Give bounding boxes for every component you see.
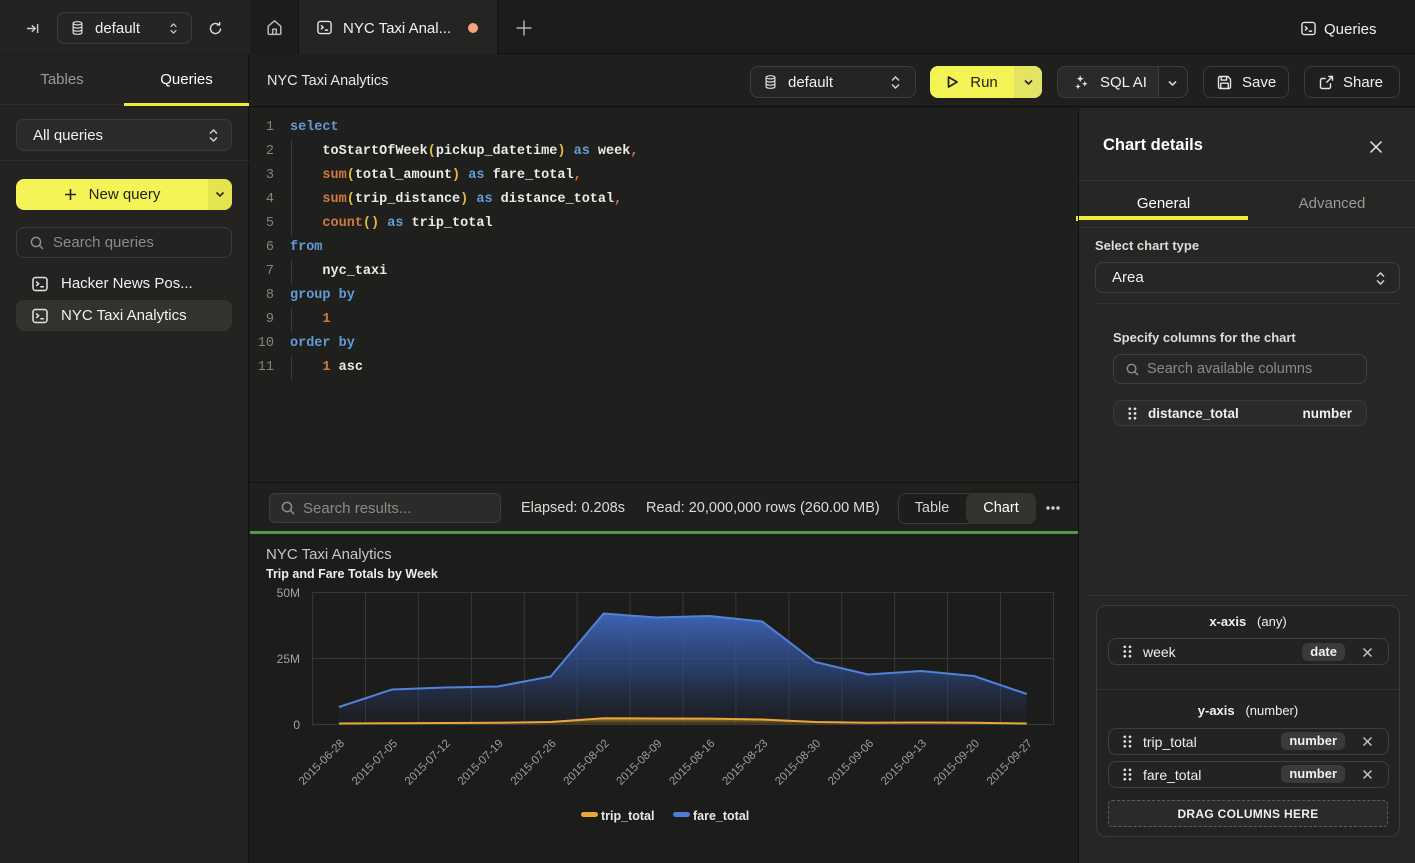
- svg-text:2015-06-28: 2015-06-28: [297, 738, 347, 788]
- svg-text:50M: 50M: [277, 586, 300, 600]
- svg-text:2015-07-12: 2015-07-12: [403, 738, 453, 788]
- svg-text:2015-09-27: 2015-09-27: [985, 738, 1035, 788]
- svg-text:2015-08-30: 2015-08-30: [773, 738, 823, 788]
- svg-text:fare_total: fare_total: [693, 809, 749, 823]
- svg-text:2015-09-06: 2015-09-06: [826, 738, 876, 788]
- svg-text:25M: 25M: [277, 652, 300, 666]
- svg-text:2015-08-09: 2015-08-09: [615, 738, 665, 788]
- svg-text:2015-07-26: 2015-07-26: [509, 738, 559, 788]
- svg-text:2015-08-23: 2015-08-23: [720, 738, 770, 788]
- svg-text:trip_total: trip_total: [601, 809, 654, 823]
- svg-text:2015-08-02: 2015-08-02: [562, 738, 612, 788]
- svg-text:0: 0: [293, 718, 300, 732]
- svg-text:2015-07-19: 2015-07-19: [456, 738, 506, 788]
- svg-text:2015-09-20: 2015-09-20: [932, 738, 982, 788]
- svg-text:2015-09-13: 2015-09-13: [879, 738, 929, 788]
- svg-text:2015-07-05: 2015-07-05: [350, 738, 400, 788]
- svg-text:2015-08-16: 2015-08-16: [667, 738, 717, 788]
